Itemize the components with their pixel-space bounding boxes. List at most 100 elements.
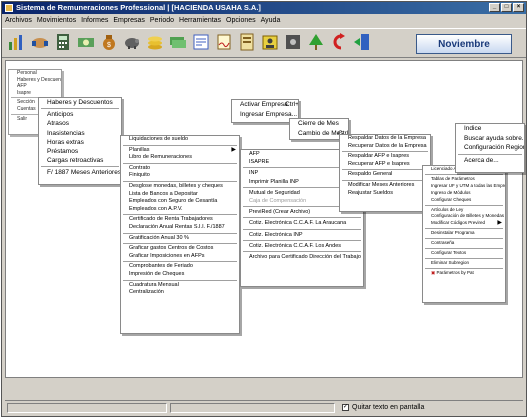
menu-separator bbox=[123, 180, 237, 182]
door-exit-icon[interactable] bbox=[353, 33, 371, 51]
parametros-label: Parámetros by Pat bbox=[436, 269, 474, 275]
handshake-icon[interactable] bbox=[31, 33, 49, 51]
menu-archivos[interactable]: Archivos bbox=[5, 15, 32, 27]
menu-separator bbox=[123, 261, 237, 263]
menu-separator bbox=[41, 166, 119, 168]
menu-opciones[interactable]: Opciones bbox=[226, 15, 256, 27]
quitar-texto-label: Quitar texto en pantalla bbox=[352, 404, 425, 411]
coins-icon[interactable] bbox=[146, 33, 164, 51]
menu-ayuda[interactable]: Ayuda bbox=[261, 15, 281, 27]
menu-item-respaldar-afp[interactable]: Respaldar AFP e Isapres bbox=[340, 153, 430, 161]
menu-herramientas[interactable]: Herramientas bbox=[179, 15, 221, 27]
menu-item-modificar-codigos[interactable]: Modificar Códigos Previred ▶ bbox=[423, 220, 505, 227]
tree-icon[interactable] bbox=[307, 33, 325, 51]
menu-item-eliminar-subregion[interactable]: Eliminar Subregion bbox=[423, 260, 505, 267]
menu-item-reajustar-sueldos[interactable]: Reajustar Sueldos bbox=[340, 190, 430, 198]
menu-item-comprobantes-feriado[interactable]: Comprobantes de Feriado bbox=[121, 263, 239, 271]
menu-item-haberes-descuentos[interactable]: Haberes y Descuentos bbox=[39, 98, 121, 107]
menu-item-ingresar-uf-utm[interactable]: Ingresar UF y UTM a todas las Empresas bbox=[423, 183, 505, 190]
current-period-banner: Noviembre bbox=[416, 34, 512, 54]
chart-icon[interactable] bbox=[7, 33, 25, 51]
menu-item-liquidaciones[interactable]: Liquidaciones de sueldo bbox=[121, 136, 239, 144]
cash-icon[interactable] bbox=[169, 33, 187, 51]
menu-item-cotiz-los-andes[interactable]: Cotiz. Electrónica C.C.A.F. Los Andes bbox=[241, 242, 363, 250]
title-bar: Sistema de Remuneraciones Professional |… bbox=[2, 2, 526, 14]
menu-item-libro-remuneraciones[interactable]: Libro de Remuneraciones bbox=[121, 154, 239, 162]
menu-item-afp[interactable]: AFP bbox=[9, 83, 61, 90]
menu-periodo[interactable]: Periodo bbox=[150, 15, 174, 27]
menu-movimientos[interactable]: Movimientos bbox=[37, 15, 76, 27]
menu-item-acerca-de[interactable]: Acerca de... bbox=[456, 156, 524, 166]
close-button[interactable]: × bbox=[513, 3, 524, 12]
menu-item-configurar-textos[interactable]: Configurar Textos bbox=[423, 250, 505, 257]
menu-item-gratificacion[interactable]: Gratificación Anual 30 % bbox=[121, 235, 239, 243]
menu-item-certificado-direccion-trabajo[interactable]: Archivo para Certificado Dirección del T… bbox=[241, 253, 363, 261]
menu-separator bbox=[123, 162, 237, 164]
menu-item-isapre[interactable]: Isapre bbox=[9, 90, 61, 97]
menu-item-activar-empresa[interactable]: Activar EmpresaCtrl+A bbox=[232, 100, 298, 110]
menu-item-desinstalar[interactable]: Desinstalar Programa bbox=[423, 230, 505, 237]
money-icon[interactable] bbox=[77, 33, 95, 51]
menu-item-indice[interactable]: Indice bbox=[456, 124, 524, 134]
menu-item-graficar-afp[interactable]: Graficar Imposiciones en AFPs bbox=[121, 253, 239, 261]
signature-icon[interactable] bbox=[215, 33, 233, 51]
menu-item-cierre-mes[interactable]: Cierre de Mes bbox=[290, 119, 348, 129]
quitar-texto-checkbox[interactable]: ✓ bbox=[342, 404, 349, 411]
menu-item-declaracion-anual[interactable]: Declaración Anual Rentas S.I.I. F./1887 bbox=[121, 224, 239, 232]
safe-icon[interactable] bbox=[284, 33, 302, 51]
menu-item-articulos-ley[interactable]: Artículos de Ley bbox=[423, 207, 505, 214]
menu-item-inasistencias[interactable]: Inasistencias bbox=[39, 129, 121, 138]
menu-item-cotiz-araucana[interactable]: Cotiz. Electrónica C.C.A.F. La Araucana bbox=[241, 219, 363, 227]
menu-item-config-billetes[interactable]: Configuración de Billetes y Monedas bbox=[423, 213, 505, 220]
menu-item-recuperar-datos[interactable]: Recuperar Datos de la Empresa bbox=[340, 143, 430, 151]
menu-item-personal[interactable]: Personal bbox=[9, 70, 61, 77]
menu-item-centralizacion[interactable]: Centralización bbox=[121, 289, 239, 297]
menu-item-respaldar-datos[interactable]: Respaldar Datos de la Empresa bbox=[340, 135, 430, 143]
menu-item-impresion-cheques[interactable]: Impresión de Cheques bbox=[121, 271, 239, 279]
menu-item-configuracion-regional[interactable]: Configuración Regional bbox=[456, 143, 524, 153]
menu-separator bbox=[425, 238, 503, 240]
menu-item-recuperar-afp[interactable]: Recuperar AFP e Isapres bbox=[340, 161, 430, 169]
menu-separator bbox=[123, 243, 237, 245]
menu-item-atrasos[interactable]: Atrasos bbox=[39, 119, 121, 128]
maximize-button[interactable]: □ bbox=[501, 3, 512, 12]
menu-item-apv[interactable]: Empleados con A.P.V. bbox=[121, 206, 239, 214]
menu-item-configurar-cheques[interactable]: Configurar Cheques bbox=[423, 197, 505, 204]
menu-item-finiquito[interactable]: Finiquito bbox=[121, 172, 239, 180]
menu-item-planillas[interactable]: Planillas ▶ bbox=[121, 147, 239, 155]
menu-item-seguro-cesantia[interactable]: Empleados con Seguro de Cesantía bbox=[121, 198, 239, 206]
piggybank-icon[interactable] bbox=[123, 33, 141, 51]
calculator-icon[interactable] bbox=[54, 33, 72, 51]
certificate-icon[interactable] bbox=[192, 33, 210, 51]
contacts-icon[interactable] bbox=[261, 33, 279, 51]
minimize-button[interactable]: _ bbox=[489, 3, 500, 12]
menu-item-certificado-renta[interactable]: Certificado de Renta Trabajadores bbox=[121, 216, 239, 224]
menu-item-cargas-retroactivas[interactable]: Cargas retroactivas bbox=[39, 156, 121, 165]
menu-separator bbox=[123, 279, 237, 281]
menu-item-f1887[interactable]: F/ 1887 Meses Anteriores bbox=[39, 168, 121, 177]
document-icon[interactable] bbox=[238, 33, 256, 51]
menu-item-parametros[interactable]: ▣ Parámetros by Pat bbox=[423, 270, 505, 277]
menu-item-haberes-descuentos[interactable]: Haberes y Descuentos bbox=[9, 77, 61, 84]
menu-item-respaldo-general[interactable]: Respaldo General bbox=[340, 171, 430, 179]
menu-item-cotiz-inp[interactable]: Cotiz. Electrónica INP bbox=[241, 231, 363, 239]
menu-informes[interactable]: Informes bbox=[81, 15, 108, 27]
exit-arrow-icon[interactable] bbox=[330, 33, 348, 51]
menu-item-contrato[interactable]: Contrato bbox=[121, 165, 239, 173]
menu-separator bbox=[342, 169, 428, 171]
menu-item-anticipos[interactable]: Anticipos bbox=[39, 110, 121, 119]
menu-item-ingreso-modulos[interactable]: Ingreso de Módulos bbox=[423, 190, 505, 197]
menu-item-contrasena[interactable]: Contraseña bbox=[423, 240, 505, 247]
menu-item-lista-bancos[interactable]: Lista de Bancos a Depositar bbox=[121, 191, 239, 199]
menu-item-cuadratura-mensual[interactable]: Cuadratura Mensual bbox=[121, 282, 239, 290]
menu-item-horas-extras[interactable]: Horas extras bbox=[39, 138, 121, 147]
menu-separator bbox=[342, 151, 428, 153]
menu-item-buscar-ayuda[interactable]: Buscar ayuda sobre... bbox=[456, 134, 524, 144]
menu-item-modificar-meses[interactable]: Modificar Meses Anteriores bbox=[340, 182, 430, 190]
menu-empresas[interactable]: Empresas bbox=[113, 15, 145, 27]
menu-item-graficar-centros-costos[interactable]: Graficar gastos Centros de Costos bbox=[121, 245, 239, 253]
menu-item-tablas-parametros[interactable]: Tablas de Parámetros bbox=[423, 176, 505, 183]
menu-item-desglose-monedas[interactable]: Desglose monedas, billetes y cheques bbox=[121, 183, 239, 191]
menu-item-prestamos[interactable]: Préstamos bbox=[39, 147, 121, 156]
moneybag-icon[interactable]: $ bbox=[100, 33, 118, 51]
